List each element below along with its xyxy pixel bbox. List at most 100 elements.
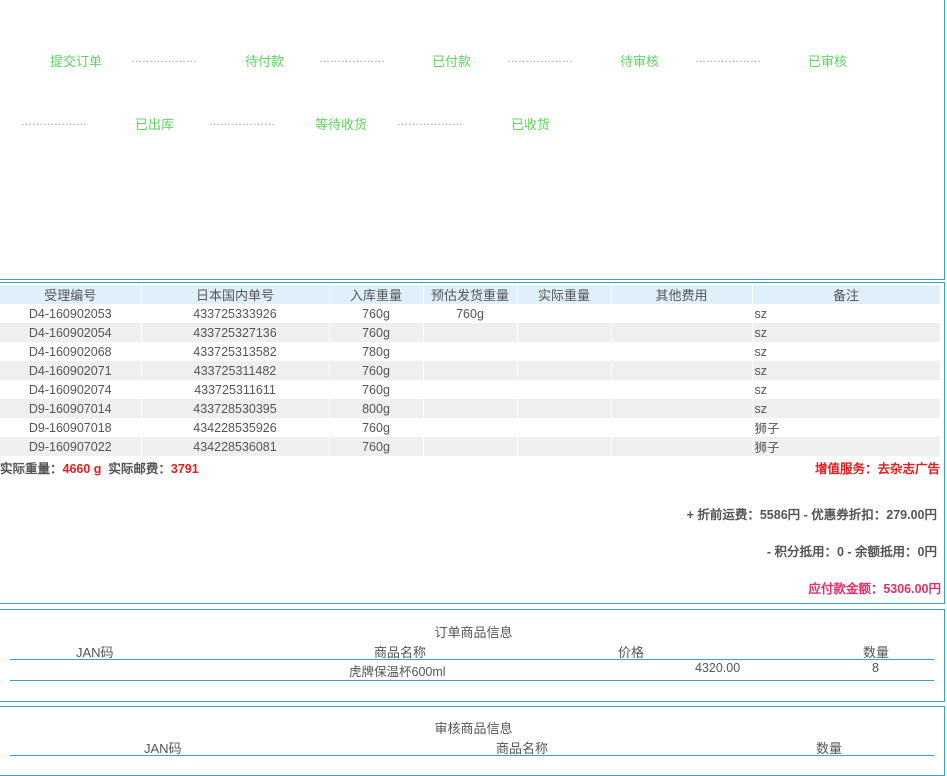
accept-no: D4-160902071	[0, 361, 142, 380]
actual-weight	[517, 342, 612, 361]
weight-postage-summary: 实际重量：4660 g 实际邮费：3791	[0, 458, 199, 477]
table-row: D4-160902068 433725313582 780g sz	[0, 342, 941, 361]
table-row: D9-160907022 434228536081 760g 狮子	[0, 437, 941, 456]
remarks: sz	[752, 399, 941, 418]
est-ship-weight	[423, 323, 518, 342]
payable-amount: 应付款金额：5306.00円	[808, 582, 941, 596]
other-fees	[611, 342, 753, 361]
col-product-name: 商品名称	[374, 645, 427, 660]
remarks: sz	[752, 323, 941, 342]
step-pending-review: 待审核	[620, 54, 660, 69]
shipping-table: 受理编号 日本国内单号 入库重量 预估发货重量 实际重量 其他费用 备注 D4-…	[0, 285, 941, 456]
actual-weight	[517, 418, 612, 437]
accept-no: D4-160902053	[0, 304, 142, 323]
remarks: sz	[752, 342, 941, 361]
inbound-weight: 800g	[329, 399, 424, 418]
col-price: 价格	[618, 645, 645, 660]
other-fees	[611, 380, 753, 399]
col-jan: JAN码	[76, 645, 114, 660]
est-ship-weight	[423, 418, 518, 437]
table-row: D9-160907014 433728530395 800g sz	[0, 399, 941, 418]
order-goods-header: JAN码 商品名称 价格 数量	[10, 641, 934, 660]
col-other-fees: 其他费用	[611, 285, 753, 304]
remarks: 狮子	[752, 437, 941, 456]
remarks: 狮子	[752, 418, 941, 437]
accept-no: D4-160902068	[0, 342, 142, 361]
jp-tracking-no: 434228536081	[141, 437, 330, 456]
other-fees	[611, 361, 753, 380]
step-separator: ………………	[507, 53, 573, 65]
jp-tracking-no: 433728530395	[141, 399, 330, 418]
inbound-weight: 760g	[329, 304, 424, 323]
jp-tracking-no: 433725311611	[141, 380, 330, 399]
remarks: sz	[752, 380, 941, 399]
table-row: D4-160902071 433725311482 760g sz	[0, 361, 941, 380]
accept-no: D4-160902054	[0, 323, 142, 342]
col-product-name: 商品名称	[496, 741, 549, 756]
est-ship-weight: 760g	[423, 304, 518, 323]
points-balance-line: - 积分抵用：0 - 余额抵用：0円	[766, 545, 937, 559]
est-ship-weight	[423, 361, 518, 380]
shipping-table-header: 受理编号 日本国内单号 入库重量 预估发货重量 实际重量 其他费用 备注	[0, 285, 941, 304]
step-submit-order: 提交订单	[50, 54, 103, 69]
jp-tracking-no: 433725311482	[141, 361, 330, 380]
col-est-ship-weight: 预估发货重量	[423, 285, 518, 304]
jp-tracking-no: 433725313582	[141, 342, 330, 361]
step-separator: ………………	[209, 116, 275, 128]
remarks: sz	[752, 361, 941, 380]
actual-weight	[517, 304, 612, 323]
value-added-service: 增值服务：去杂志广告	[814, 462, 940, 476]
col-jp-tracking-no: 日本国内单号	[141, 285, 330, 304]
other-fees	[611, 418, 753, 437]
step-separator: ………………	[319, 53, 385, 65]
est-ship-weight	[423, 399, 518, 418]
actual-weight	[517, 399, 612, 418]
col-inbound-weight: 入库重量	[329, 285, 424, 304]
col-jan: JAN码	[144, 741, 182, 756]
price: 4320.00	[695, 661, 741, 675]
col-quantity: 数量	[816, 741, 843, 756]
step-awaiting-receipt: 等待收货	[315, 117, 368, 132]
jp-tracking-no: 433725333926	[141, 304, 330, 323]
actual-weight	[517, 323, 612, 342]
col-accept-no: 受理编号	[0, 285, 142, 304]
actual-weight-label: 实际重量：	[0, 462, 63, 476]
actual-weight	[517, 437, 612, 456]
step-reviewed: 已审核	[808, 54, 848, 69]
actual-postage-label: 实际邮费：	[108, 462, 171, 476]
table-row: D4-160902074 433725311611 760g sz	[0, 380, 941, 399]
product-name: 虎牌保温杯600ml	[349, 665, 446, 679]
table-row: 虎牌保温杯600ml 4320.00 8	[10, 660, 934, 681]
col-quantity: 数量	[863, 645, 890, 660]
jp-tracking-no: 433725327136	[141, 323, 330, 342]
step-separator: ………………	[131, 53, 197, 65]
table-row: D9-160907018 434228535926 760g 狮子	[0, 418, 941, 437]
actual-weight-value: 4660 g	[62, 462, 102, 476]
inbound-weight: 760g	[329, 361, 424, 380]
accept-no: D9-160907014	[0, 399, 142, 418]
other-fees	[611, 437, 753, 456]
table-row: D4-160902053 433725333926 760g 760g sz	[0, 304, 941, 323]
accept-no: D4-160902074	[0, 380, 142, 399]
inbound-weight: 760g	[329, 437, 424, 456]
inbound-weight: 760g	[329, 323, 424, 342]
accept-no: D9-160907018	[0, 418, 142, 437]
jp-tracking-no: 434228535926	[141, 418, 330, 437]
other-fees	[611, 399, 753, 418]
actual-postage-value: 3791	[170, 462, 199, 476]
order-goods-title: 订单商品信息	[434, 625, 513, 640]
order-progress: 提交订单 ……………… 待付款 ……………… 已付款 ……………… 待审核 ………	[0, 0, 947, 280]
accept-no: D9-160907022	[0, 437, 142, 456]
col-actual-weight: 实际重量	[517, 285, 612, 304]
inbound-weight: 760g	[329, 380, 424, 399]
step-paid: 已付款	[432, 54, 472, 69]
est-ship-weight	[423, 380, 518, 399]
step-shipped: 已出库	[135, 117, 175, 132]
review-goods-header: JAN码 商品名称 数量	[10, 737, 934, 756]
inbound-weight: 760g	[329, 418, 424, 437]
step-received: 已收货	[511, 117, 551, 132]
est-ship-weight	[423, 437, 518, 456]
other-fees	[611, 323, 753, 342]
inbound-weight: 780g	[329, 342, 424, 361]
actual-weight	[517, 380, 612, 399]
